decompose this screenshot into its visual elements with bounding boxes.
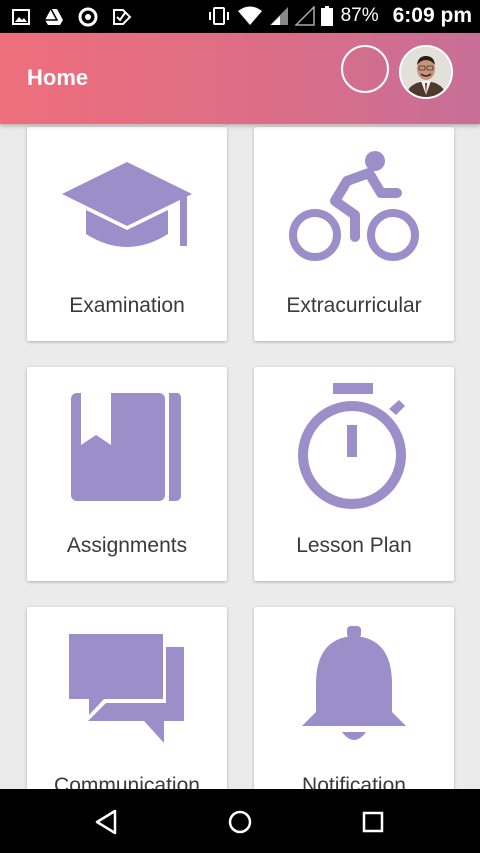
battery-icon	[320, 6, 333, 26]
card-label: Lesson Plan	[296, 534, 412, 557]
graduation-cap-icon	[62, 162, 192, 257]
battery-percent: 87%	[340, 5, 379, 26]
bicycle-icon	[289, 151, 419, 268]
app-bar: Home	[0, 33, 480, 124]
card-lesson-plan[interactable]: Lesson Plan	[254, 367, 454, 581]
card-assignments[interactable]: Assignments	[27, 367, 227, 581]
card-label: Assignments	[66, 534, 188, 557]
drive-icon	[44, 8, 64, 26]
card-label: Notification	[302, 774, 406, 789]
status-bar: 87% 6:09 pm	[0, 0, 480, 33]
navigation-bar	[0, 789, 480, 853]
wifi-icon	[237, 6, 263, 26]
stopwatch-icon	[297, 383, 411, 516]
card-examination[interactable]: Examination	[27, 127, 227, 341]
avatar[interactable]	[399, 45, 453, 99]
page-title: Home	[27, 65, 89, 90]
vibrate-icon	[207, 7, 231, 25]
card-communication[interactable]: Communication	[27, 607, 227, 789]
card-label: Extracurricular	[286, 294, 422, 317]
dashboard-grid: Examination Extracurricular Assignments …	[0, 124, 480, 789]
bell-icon	[302, 626, 406, 753]
signal-weak-icon	[294, 6, 315, 26]
signal-icon	[269, 6, 289, 26]
clock: 6:09 pm	[392, 4, 472, 27]
check-app-icon	[112, 8, 132, 26]
home-icon[interactable]	[220, 805, 260, 839]
chat-icon	[66, 631, 188, 748]
gallery-icon	[12, 9, 30, 25]
back-icon[interactable]	[86, 805, 126, 839]
action-circle-button[interactable]	[341, 45, 389, 93]
card-extracurricular[interactable]: Extracurricular	[254, 127, 454, 341]
card-notification[interactable]: Notification	[254, 607, 454, 789]
book-icon	[71, 391, 183, 508]
circle-app-icon	[78, 7, 98, 27]
recents-icon[interactable]	[353, 805, 393, 839]
card-label: Examination	[69, 294, 185, 317]
card-label: Communication	[54, 774, 200, 789]
